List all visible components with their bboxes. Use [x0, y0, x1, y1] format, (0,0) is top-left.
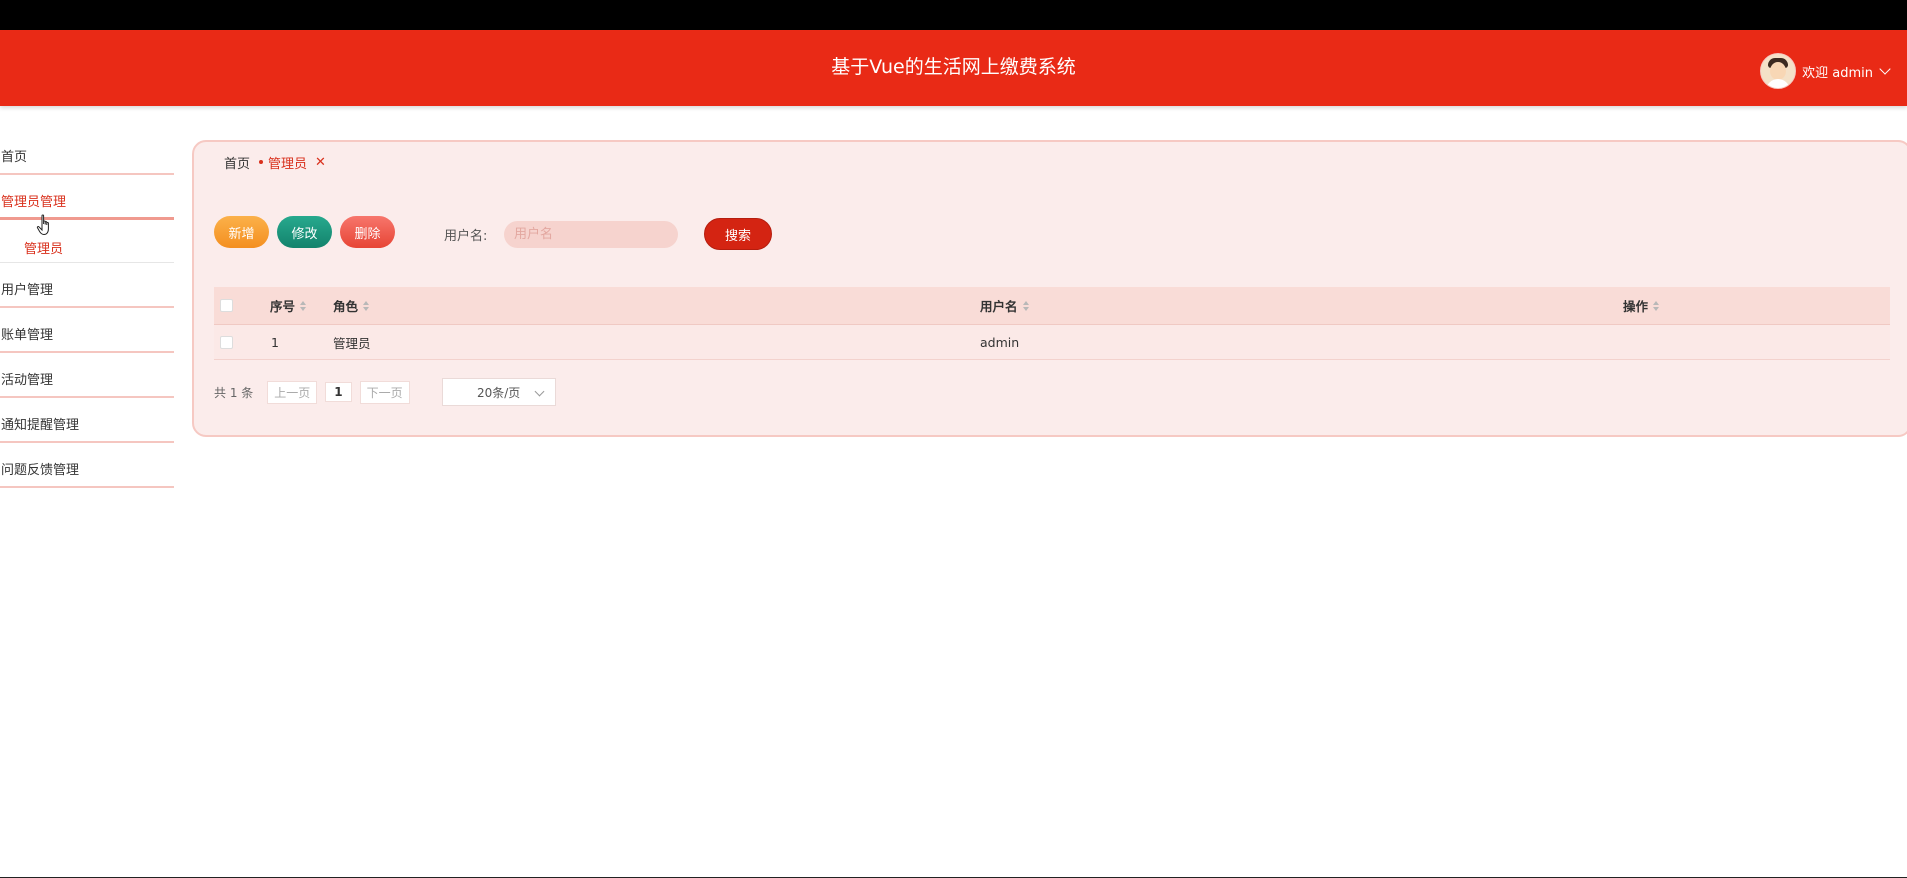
search-label: 用户名:	[444, 229, 488, 244]
sort-icon[interactable]	[363, 300, 370, 311]
sidebar-item-notification-management[interactable]: 通知提醒管理	[0, 398, 174, 443]
sort-icon[interactable]	[300, 300, 307, 311]
sidebar-item-bill-management[interactable]: 账单管理	[0, 308, 174, 353]
hand-cursor-icon	[36, 214, 49, 236]
tab-bar: 首页 管理员 ✕	[224, 153, 326, 172]
pagination-total: 共 1 条	[214, 385, 254, 400]
edit-button[interactable]: 修改	[277, 216, 332, 248]
prev-page-button[interactable]: 上一页	[267, 380, 318, 404]
sidebar: 首页 管理员管理 管理员 用户管理 账单管理 活动管理 通知提醒管理 问题反馈管…	[0, 130, 174, 488]
tab-home[interactable]: 首页	[224, 153, 250, 172]
sort-icon[interactable]	[1653, 300, 1660, 311]
tab-admin[interactable]: 管理员	[259, 153, 307, 172]
column-header-role[interactable]: 角色	[333, 287, 370, 324]
next-page-button[interactable]: 下一页	[359, 380, 410, 404]
page-number-button[interactable]: 1	[325, 382, 352, 402]
column-header-actions[interactable]: 操作	[1623, 287, 1660, 324]
table-header: 序号 角色 用户名 操作	[214, 287, 1890, 325]
sidebar-item-label: 用户管理	[1, 283, 54, 298]
sidebar-item-label: 问题反馈管理	[1, 463, 80, 478]
app-title: 基于Vue的生活网上缴费系统	[831, 56, 1076, 78]
page-size-value: 20条/页	[476, 385, 521, 400]
sidebar-subitem-label: 管理员	[24, 242, 64, 257]
sidebar-item-user-management[interactable]: 用户管理	[0, 263, 174, 308]
user-menu[interactable]: 欢迎 admin	[1760, 53, 1891, 89]
chevron-down-icon	[534, 386, 545, 397]
welcome-text: 欢迎 admin	[1802, 65, 1873, 81]
sidebar-item-activity-management[interactable]: 活动管理	[0, 353, 174, 398]
sidebar-item-home[interactable]: 首页	[0, 130, 174, 175]
delete-button[interactable]: 删除	[340, 216, 395, 248]
sidebar-item-feedback-management[interactable]: 问题反馈管理	[0, 443, 174, 488]
column-header-username[interactable]: 用户名	[980, 287, 1029, 324]
sidebar-item-label: 活动管理	[1, 373, 54, 388]
sidebar-item-label: 管理员管理	[1, 195, 67, 210]
pagination: 共 1 条 上一页 1 下一页 20条/页	[214, 378, 556, 406]
sidebar-item-label: 账单管理	[1, 328, 54, 343]
select-all-checkbox[interactable]	[220, 299, 233, 312]
sidebar-item-label: 通知提醒管理	[1, 418, 80, 433]
sort-icon[interactable]	[1022, 300, 1029, 311]
top-bar	[0, 0, 1907, 30]
row-checkbox[interactable]	[220, 335, 233, 349]
add-button[interactable]: 新增	[214, 216, 269, 248]
search-input[interactable]	[504, 221, 678, 248]
cell-username: admin	[980, 334, 1020, 350]
column-header-index[interactable]: 序号	[270, 287, 307, 324]
chevron-down-icon[interactable]	[1879, 62, 1891, 75]
sidebar-subitem-admin[interactable]: 管理员	[0, 220, 174, 263]
close-icon[interactable]: ✕	[315, 155, 326, 170]
sidebar-item-label: 首页	[1, 150, 28, 165]
search-button[interactable]: 搜索	[704, 218, 772, 250]
data-table: 序号 角色 用户名 操作 1 管理员 admin	[214, 287, 1890, 360]
main-panel: 首页 管理员 ✕ 新增 修改 删除 用户名: 搜索 序号 角色 用户名 操作 1	[192, 140, 1907, 437]
page-size-select[interactable]: 20条/页	[441, 378, 556, 406]
table-row[interactable]: 1 管理员 admin	[214, 325, 1890, 360]
sidebar-item-admin-management[interactable]: 管理员管理	[0, 175, 174, 220]
app-header: 基于Vue的生活网上缴费系统 欢迎 admin	[0, 30, 1907, 106]
cell-index: 1	[271, 334, 279, 350]
cell-role: 管理员	[333, 335, 371, 351]
avatar[interactable]	[1760, 53, 1797, 89]
